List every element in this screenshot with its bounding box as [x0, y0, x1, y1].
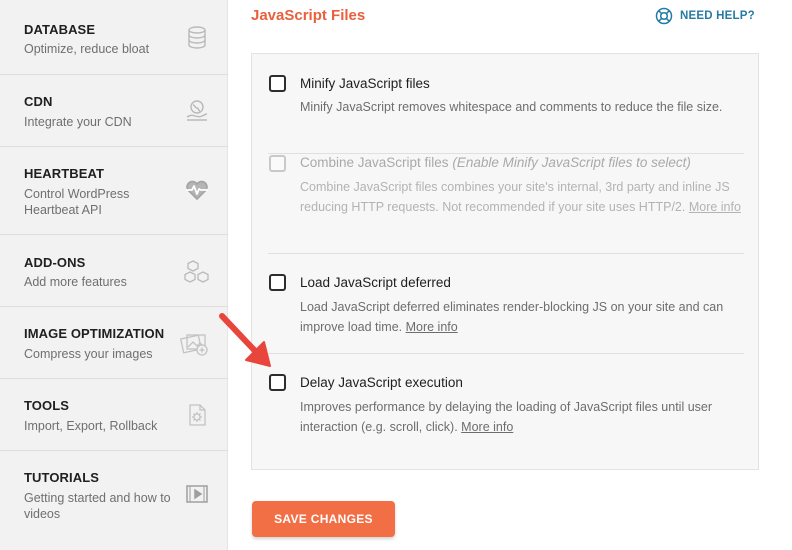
sidebar-item-title: DATABASE: [24, 22, 96, 37]
combine-js-checkbox[interactable]: [269, 155, 286, 172]
more-info-link[interactable]: More info: [406, 320, 458, 334]
heartbeat-icon: [184, 177, 210, 203]
option-description: Load JavaScript deferred eliminates rend…: [300, 297, 746, 337]
option-label-note: (Enable Minify JavaScript files to selec…: [452, 155, 691, 170]
option-label: Minify JavaScript files: [300, 76, 430, 91]
more-info-link[interactable]: More info: [689, 200, 741, 214]
tools-gear-icon: [184, 402, 210, 428]
sidebar-item-desc: Getting started and how to videos: [24, 491, 171, 521]
sidebar-item-addons[interactable]: ADD-ONS Add more features: [0, 235, 228, 307]
more-info-link[interactable]: More info: [461, 420, 513, 434]
sidebar-item-desc: Import, Export, Rollback: [24, 419, 158, 433]
javascript-options-panel: Minify JavaScript files Minify JavaScrip…: [251, 53, 759, 470]
sidebar-item-desc: Control WordPress Heartbeat API: [24, 187, 130, 217]
sidebar-item-title: TOOLS: [24, 398, 70, 413]
sidebar-item-database[interactable]: DATABASE Optimize, reduce bloat: [0, 0, 228, 75]
option-label: Load JavaScript deferred: [300, 275, 451, 290]
option-description: Minify JavaScript removes whitespace and…: [300, 97, 746, 117]
sidebar-item-image-optimization[interactable]: IMAGE OPTIMIZATION Compress your images: [0, 307, 228, 379]
option-label: Delay JavaScript execution: [300, 375, 463, 390]
sidebar-item-title: HEARTBEAT: [24, 166, 105, 181]
option-defer-js: Load JavaScript deferred Load JavaScript…: [252, 254, 758, 353]
sidebar-item-heartbeat[interactable]: HEARTBEAT Control WordPress Heartbeat AP…: [0, 147, 228, 235]
sidebar-item-desc: Add more features: [24, 275, 127, 289]
option-description-text: Combine JavaScript files combines your s…: [300, 180, 730, 214]
option-description: Combine JavaScript files combines your s…: [300, 177, 746, 217]
section-title: JavaScript Files: [251, 7, 366, 24]
addons-cubes-icon: [184, 259, 210, 285]
cdn-globe-icon: [184, 97, 210, 123]
need-help-link[interactable]: NEED HELP?: [655, 7, 755, 25]
database-icon: [184, 25, 210, 51]
option-description: Improves performance by delaying the loa…: [300, 397, 746, 437]
sidebar-item-tools[interactable]: TOOLS Import, Export, Rollback: [0, 379, 228, 451]
need-help-label: NEED HELP?: [680, 10, 755, 22]
lifebuoy-icon: [655, 7, 673, 25]
sidebar-item-title: IMAGE OPTIMIZATION: [24, 326, 165, 341]
option-description-text: Minify JavaScript removes whitespace and…: [300, 100, 723, 114]
option-label: Combine JavaScript files (Enable Minify …: [300, 155, 691, 170]
sidebar-item-tutorials[interactable]: TUTORIALS Getting started and how to vid…: [0, 451, 228, 550]
tutorials-video-icon: [184, 481, 210, 507]
option-description-text: Load JavaScript deferred eliminates rend…: [300, 300, 724, 334]
option-label-text: Combine JavaScript files: [300, 155, 449, 170]
sidebar-item-title: CDN: [24, 94, 53, 109]
annotation-arrow-icon: [219, 313, 271, 367]
option-combine-js: Combine JavaScript files (Enable Minify …: [252, 154, 758, 253]
settings-sidebar: DATABASE Optimize, reduce bloat CDN Inte…: [0, 0, 228, 550]
sidebar-item-title: ADD-ONS: [24, 255, 86, 270]
sidebar-item-desc: Compress your images: [24, 347, 153, 361]
sidebar-item-desc: Integrate your CDN: [24, 115, 132, 129]
save-changes-button[interactable]: SAVE CHANGES: [252, 501, 395, 537]
image-optimization-icon: [180, 331, 210, 357]
sidebar-item-title: TUTORIALS: [24, 470, 100, 485]
delay-js-checkbox[interactable]: [269, 374, 286, 391]
option-delay-js: Delay JavaScript execution Improves perf…: [252, 354, 758, 454]
sidebar-item-desc: Optimize, reduce bloat: [24, 42, 150, 56]
minify-js-checkbox[interactable]: [269, 75, 286, 92]
defer-js-checkbox[interactable]: [269, 274, 286, 291]
option-minify-js: Minify JavaScript files Minify JavaScrip…: [252, 54, 758, 153]
sidebar-item-cdn[interactable]: CDN Integrate your CDN: [0, 75, 228, 147]
